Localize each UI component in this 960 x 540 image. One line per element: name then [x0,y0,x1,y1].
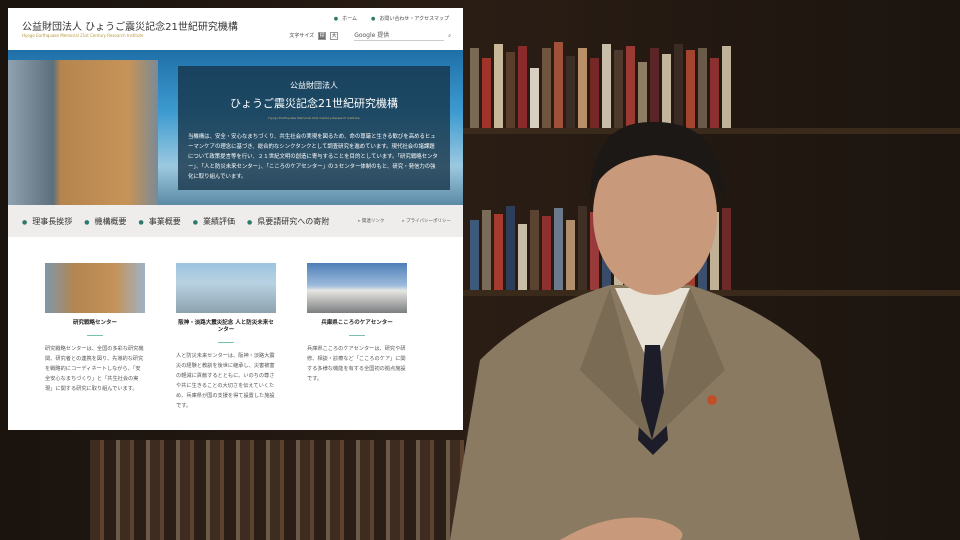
privacy-policy-link[interactable]: プライバシーポリシー [402,218,451,224]
site-header: 公益財団法人 ひょうご震災記念21世紀研究機構 Hyogo Earthquake… [8,8,463,50]
building-image [8,60,158,205]
nav-donation[interactable]: 県要請研究への寄附 [247,216,329,227]
site-logo-subtitle: Hyogo Earthquake Memorial 21st Century R… [22,33,144,38]
card-title[interactable]: 兵庫県こころのケアセンター [307,320,407,327]
font-size-label: 文字サイズ [289,33,315,39]
card-research-strategy[interactable]: 研究戦略センター 研究戦略センターは、全国の多彩な研究機関、研究者との連携を図り… [45,263,145,411]
nav-evaluation[interactable]: 業績評価 [193,216,235,227]
presenter-man [450,121,860,540]
contact-access-link[interactable]: お問い合わせ・アクセスマップ [371,15,449,22]
top-links: ホーム お問い合わせ・アクセスマップ [334,15,449,22]
card-text: 研究戦略センターは、全国の多彩な研究機関、研究者との連携を図り、先導的な研究を戦… [45,346,144,392]
card-text: 人と防災未来センターは、阪神・淡路大震災の経験と教訓を後世に継承し、災害被害の軽… [176,353,275,409]
card-text: 兵庫県こころのケアセンターは、研究や研修、相談・診療など「こころのケア」に関する… [307,346,406,382]
card-image [176,263,276,313]
search-icon[interactable]: ⌕ [448,33,451,39]
card-title[interactable]: 阪神・淡路大震災記念 人と防災未来センター [176,320,276,334]
nav-chairman-greeting[interactable]: 理事長挨拶 [22,216,72,227]
card-mental-care[interactable]: 兵庫県こころのケアセンター 兵庫県こころのケアセンターは、研究や研修、相談・診療… [307,263,407,411]
header-tools: 文字サイズ 標 大 Google 提供 ⌕ [289,30,451,41]
nav-business[interactable]: 事業概要 [139,216,181,227]
nav-overview[interactable]: 機構概要 [84,216,127,227]
hero-org-type: 公益財団法人 [290,81,338,90]
hero-banner: 公益財団法人 ひょうご震災記念21世紀研究機構 Hyogo Earthquake… [8,50,463,205]
related-links[interactable]: 関連リンク [358,218,385,224]
font-size-normal-button[interactable]: 標 [318,31,327,40]
hero-textbox: 公益財団法人 ひょうご震災記念21世紀研究機構 Hyogo Earthquake… [178,66,450,190]
main-nav: 理事長挨拶 機構概要 事業概要 業績評価 県要請研究への寄附 関連リンク プライ… [8,205,463,237]
card-disaster-reduction[interactable]: 阪神・淡路大震災記念 人と防災未来センター 人と防災未来センターは、阪神・淡路大… [176,263,276,411]
lower-books [90,440,470,540]
home-link[interactable]: ホーム [334,15,357,22]
hero-org-name: ひょうご震災記念21世紀研究機構 [230,97,398,110]
card-image [45,263,145,313]
search-input[interactable]: Google 提供 [354,30,445,41]
sub-links: 関連リンク プライバシーポリシー [358,218,451,224]
hero-org-english: Hyogo Earthquake Memorial 21st Century R… [268,116,360,120]
center-cards: 研究戦略センター 研究戦略センターは、全国の多彩な研究機関、研究者との連携を図り… [45,263,407,411]
card-title[interactable]: 研究戦略センター [45,320,145,327]
font-size-large-button[interactable]: 大 [330,31,339,40]
site-logo-title[interactable]: 公益財団法人 ひょうご震災記念21世紀研究機構 [22,18,238,33]
hero-description: 当機構は、安全・安心なまちづくり、共生社会の実現を図るため、命の尊厳と生きる歓び… [188,134,438,180]
card-image [307,263,407,313]
